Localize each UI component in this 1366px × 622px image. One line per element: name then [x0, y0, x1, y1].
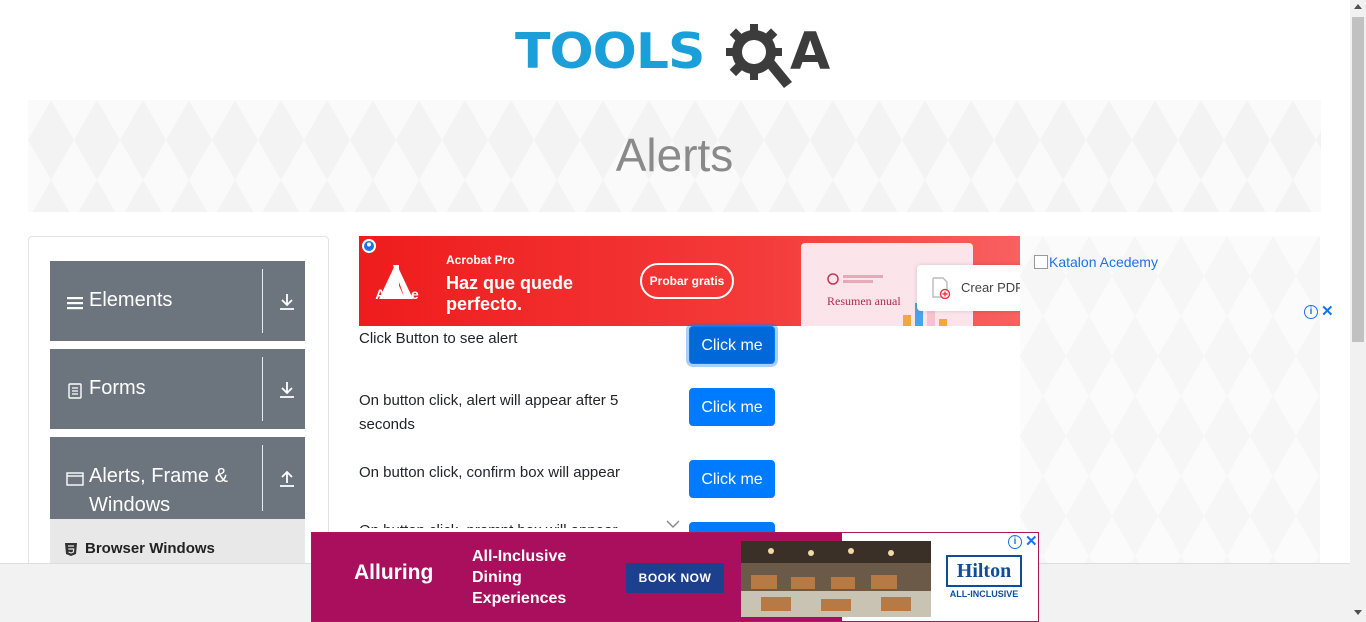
- confirm-row-label: On button click, confirm box will appear: [359, 464, 620, 481]
- adobe-logo-icon: [379, 265, 413, 299]
- alert-button[interactable]: Click me: [689, 326, 775, 364]
- ad-cta-button[interactable]: Probar gratis: [640, 263, 734, 299]
- upload-icon[interactable]: [278, 468, 296, 488]
- pdf-add-icon: [932, 277, 951, 299]
- create-pdf-label: Crear PDF: [961, 280, 1020, 295]
- hilton-logo: Hilton: [946, 555, 1022, 587]
- doc-header-icon: [827, 273, 883, 285]
- logo-letter-a: A: [790, 22, 831, 82]
- divider: [262, 445, 263, 511]
- ad-image-alt: Katalon Acedemy: [1049, 254, 1158, 270]
- divider: [262, 357, 263, 421]
- page-banner: Alerts: [28, 100, 1321, 212]
- adobe-wordmark: Adobe: [375, 286, 419, 302]
- katalon-ad[interactable]: Katalon Acedemy i ✕: [1020, 236, 1334, 566]
- confirm-button[interactable]: Click me: [689, 460, 775, 498]
- hilton-sub-label: ALL-INCLUSIVE: [949, 589, 1019, 599]
- timer-alert-button[interactable]: Click me: [689, 388, 775, 426]
- sidebar-group-label-line2: Windows: [89, 494, 171, 516]
- ad-close-icon[interactable]: ✕: [1025, 534, 1038, 549]
- sidebar-group-label: Elements: [89, 289, 173, 311]
- book-now-button[interactable]: BOOK NOW: [626, 563, 724, 593]
- download-icon[interactable]: [278, 380, 296, 400]
- sidebar-group-forms[interactable]: Forms: [50, 349, 305, 429]
- toolsqa-logo[interactable]: TOOLS A: [515, 16, 840, 91]
- chevron-down-icon[interactable]: [666, 520, 680, 529]
- broken-image-icon: [1034, 255, 1048, 269]
- sidebar-group-label: Alerts, Frame &: [89, 465, 228, 487]
- sidebar-item-label: Browser Windows: [85, 540, 215, 557]
- ad-product-name: Acrobat Pro: [446, 253, 515, 267]
- ad-info-icon[interactable]: i: [1304, 305, 1318, 319]
- document-icon: [68, 383, 82, 399]
- scroll-down-arrow-icon[interactable]: [1354, 610, 1362, 615]
- sidebar-group-label: Forms: [89, 377, 146, 399]
- broken-image[interactable]: Katalon Acedemy: [1034, 254, 1158, 270]
- window-icon: [66, 472, 84, 486]
- scroll-thumb[interactable]: [1352, 17, 1364, 342]
- hamburger-icon: [67, 297, 83, 310]
- hilton-ad[interactable]: Alluring All-Inclusive Dining Experience…: [311, 532, 1039, 622]
- divider: [262, 269, 263, 333]
- page-title: Alerts: [615, 129, 734, 181]
- ad-close-icon[interactable]: ✕: [1321, 304, 1334, 319]
- ad-copy: All-Inclusive Dining Experiences: [472, 548, 567, 607]
- create-pdf-card: Crear PDF: [917, 265, 1020, 311]
- ad-choices-icon[interactable]: [362, 239, 376, 253]
- page: TOOLS A Alerts Elements Forms Alerts, Fr…: [0, 0, 1366, 622]
- ad-info-icon[interactable]: i: [1008, 535, 1022, 549]
- ad-brand: Alluring: [354, 561, 434, 584]
- alert-row-label: Click Button to see alert: [359, 330, 518, 347]
- sidebar: Elements Forms Alerts, Frame & Windows B…: [28, 236, 329, 579]
- logo-text: TOOLS: [515, 23, 705, 81]
- acrobat-ad-banner[interactable]: Adobe Acrobat Pro Haz que quede perfecto…: [359, 236, 1020, 326]
- sidebar-group-elements[interactable]: Elements: [50, 261, 305, 341]
- ad-doc-text: Resumen anual: [827, 294, 901, 308]
- restaurant-photo: [741, 541, 931, 617]
- download-icon[interactable]: [278, 292, 296, 312]
- gear-magnifier-icon: [726, 24, 792, 88]
- ad-headline: Haz que quede perfecto.: [446, 273, 574, 314]
- html5-icon: [65, 543, 77, 556]
- scroll-up-arrow-icon[interactable]: [1354, 4, 1362, 9]
- sidebar-group-alerts-frame-windows[interactable]: Alerts, Frame & Windows: [50, 437, 305, 519]
- page-scrollbar[interactable]: [1350, 0, 1366, 622]
- timer-alert-row-label: On button click, alert will appear after…: [359, 392, 619, 433]
- prompt-button[interactable]: [689, 522, 775, 532]
